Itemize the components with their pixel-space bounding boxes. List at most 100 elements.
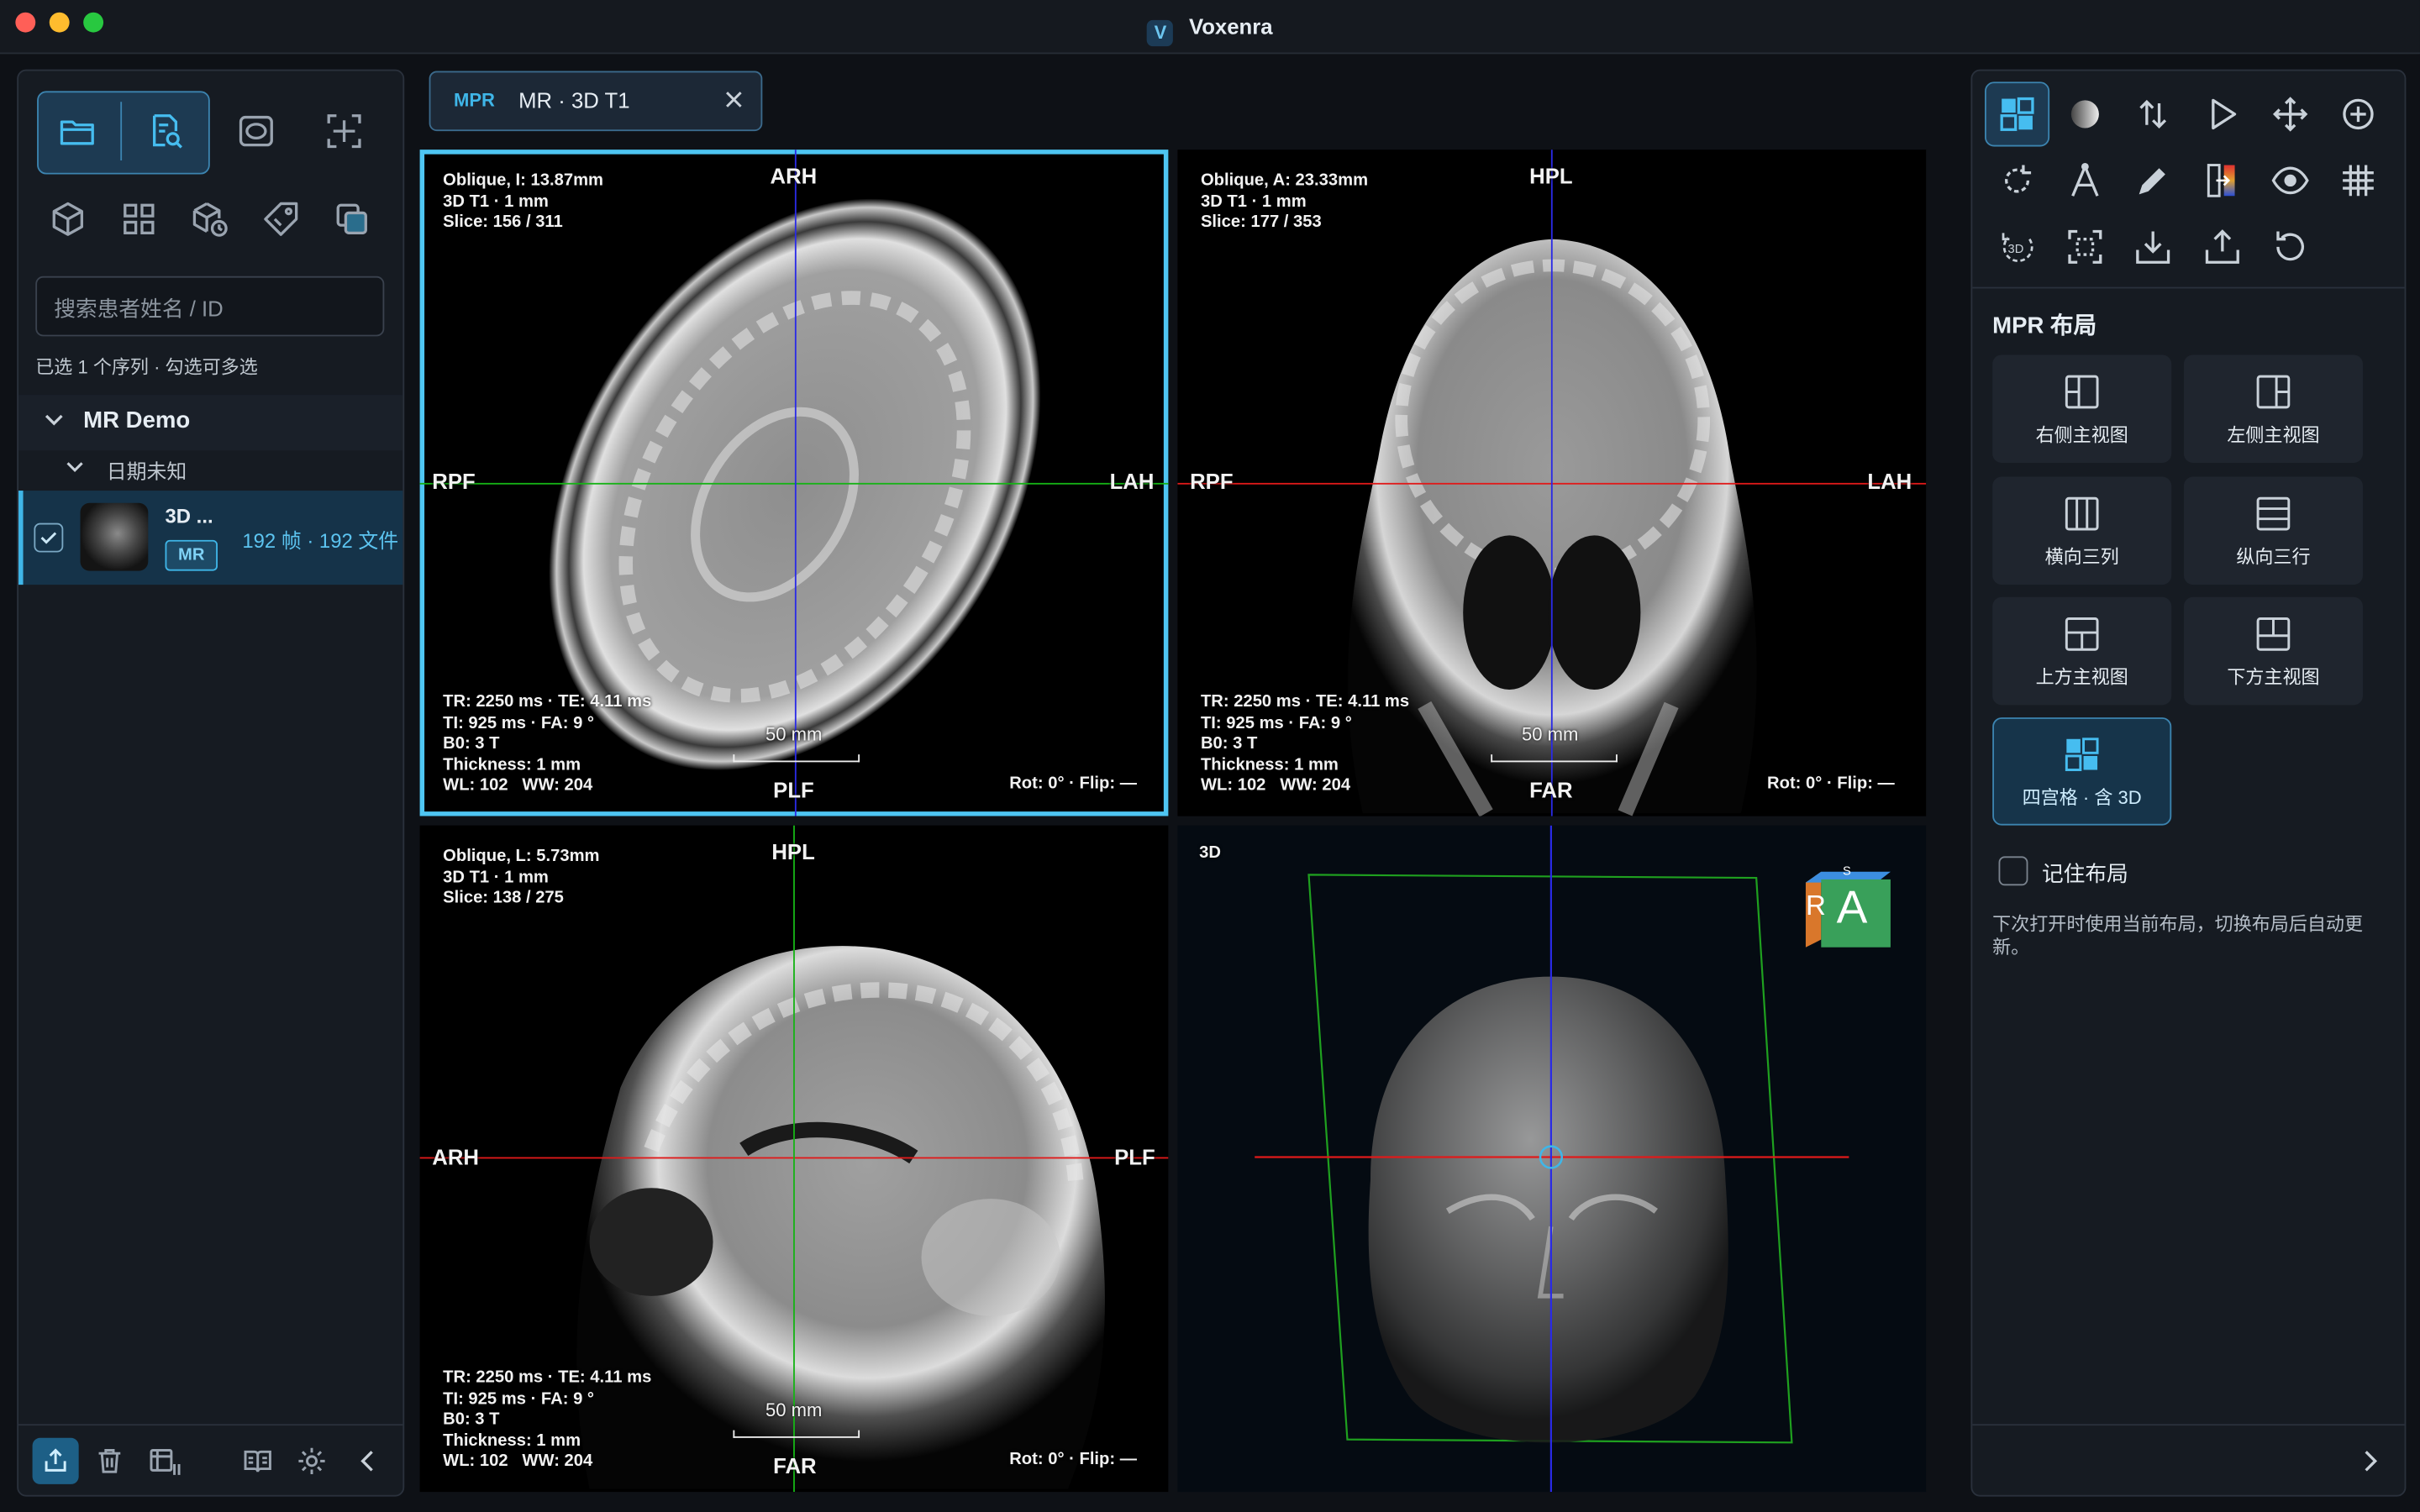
viewport-label: 3D (1199, 843, 1221, 863)
orientation-top: HPL (1529, 163, 1573, 189)
layout-quad-3d-icon (2065, 737, 2099, 771)
layout-label: 左侧主视图 (2227, 423, 2320, 445)
search-series-icon[interactable] (134, 99, 199, 164)
scale-bar-label: 50 mm (765, 723, 823, 746)
layout-bottom-main-button[interactable]: 下方主视图 (2183, 596, 2363, 706)
cube-icon[interactable] (35, 186, 100, 251)
zoom-in-icon[interactable] (2326, 81, 2391, 146)
trash-icon[interactable] (94, 1446, 125, 1484)
book-icon[interactable] (242, 1446, 273, 1484)
chevron-right-icon[interactable] (2358, 1449, 2382, 1482)
collapse-panel-icon[interactable] (355, 1449, 379, 1482)
viewport-coronal[interactable]: Oblique, A: 23.33mm 3D T1 · 1 mm Slice: … (1177, 150, 1927, 816)
tag-icon[interactable] (249, 186, 313, 251)
tree-group-label: MR Demo (83, 407, 191, 434)
viewport-axial[interactable]: Oblique, I: 13.87mm 3D T1 · 1 mm Slice: … (419, 150, 1169, 816)
layout-left-main-icon (2256, 374, 2291, 408)
search-placeholder: 搜索患者姓名 / ID (54, 296, 224, 322)
roi-frame-icon[interactable] (224, 99, 288, 164)
window-title: V Voxenra (0, 14, 2420, 47)
gear-icon[interactable] (297, 1446, 328, 1484)
reset-icon[interactable] (2258, 214, 2323, 279)
pan-icon[interactable] (2258, 81, 2323, 146)
eye-icon[interactable] (2258, 148, 2323, 213)
download-icon[interactable] (2121, 214, 2186, 279)
orientation-top: HPL (771, 839, 815, 864)
rotation-flip-status: Rot: 0° · Flip: — (1009, 774, 1137, 794)
layout-top-main-button[interactable]: 上方主视图 (1992, 596, 2172, 706)
tab-divider (120, 102, 123, 161)
close-icon[interactable] (723, 90, 744, 118)
scale-bar-label: 50 mm (1521, 723, 1579, 746)
export-icon[interactable] (32, 1437, 79, 1484)
window-level-icon[interactable] (2053, 81, 2118, 146)
layout-right-main-button[interactable]: 右侧主视图 (1992, 354, 2172, 464)
layout-tool-icon[interactable] (1984, 81, 2050, 147)
crosshair-vertical[interactable] (794, 150, 797, 816)
chevron-down-icon (65, 457, 85, 485)
batch-delete-icon[interactable] (148, 1446, 182, 1484)
orientation-bottom: PLF (773, 777, 814, 803)
layout-bottom-main-icon (2256, 617, 2291, 650)
app-logo-icon: V (1147, 19, 1174, 47)
layout-left-main-button[interactable]: 左侧主视图 (2183, 354, 2363, 464)
modality-badge: MR (165, 539, 218, 571)
rotate-icon[interactable] (1985, 148, 2049, 213)
annotate-text-icon[interactable] (2053, 148, 2118, 213)
viewport-3d[interactable]: 3D A R S (1177, 825, 1927, 1493)
grid-hatch-icon[interactable] (2326, 148, 2391, 213)
open-folder-icon[interactable] (45, 99, 109, 164)
color-map-icon[interactable] (2190, 148, 2254, 213)
layout-three-rows-button[interactable]: 纵向三行 (2183, 476, 2363, 585)
crop-center-icon[interactable] (312, 99, 376, 164)
series-name: 3D ... (165, 504, 213, 528)
orientation-left: ARH (432, 1144, 480, 1170)
orientation-bottom: FAR (1529, 777, 1573, 803)
crosshair-vertical[interactable] (793, 825, 795, 1493)
viewport-sagittal[interactable]: Oblique, L: 5.73mm 3D T1 · 1 mm Slice: 1… (419, 825, 1169, 1493)
orientation-right: PLF (1114, 1144, 1155, 1170)
cube-side-label: R (1805, 890, 1826, 921)
acquisition-params: TR: 2250 ms · TE: 4.11 ms TI: 925 ms · F… (443, 1368, 652, 1471)
play-icon[interactable] (2190, 81, 2254, 146)
orientation-bottom: FAR (773, 1453, 817, 1478)
rotate-3d-icon[interactable]: 3D (1985, 214, 2049, 279)
scale-bar (1491, 754, 1618, 763)
scale-bar-label: 50 mm (765, 1399, 823, 1421)
layout-label: 右侧主视图 (2035, 423, 2128, 445)
series-checkbox[interactable] (34, 522, 64, 553)
grid-icon[interactable] (107, 186, 171, 251)
selection-hint: 已选 1 个序列 · 勾选可多选 (35, 356, 258, 378)
layout-label: 下方主视图 (2227, 665, 2320, 688)
remember-layout-label: 记住布局 (2041, 860, 2128, 886)
toolbar-divider (1972, 286, 2405, 289)
orientation-right: LAH (1109, 469, 1155, 494)
series-thumbnail (80, 502, 149, 571)
pencil-icon[interactable] (2121, 148, 2186, 213)
tree-group-row[interactable]: MR Demo (18, 395, 403, 451)
left-panel: 搜索患者姓名 / ID 已选 1 个序列 · 勾选可多选 MR Demo 日期未… (17, 69, 405, 1497)
share-icon[interactable] (2190, 214, 2254, 279)
series-counts: 192 帧 · 192 文件 (242, 528, 399, 553)
layout-quad-3d-button[interactable]: 四宫格 · 含 3D (1992, 717, 2172, 826)
tab-mpr[interactable]: MPR MR · 3D T1 (429, 71, 763, 132)
layout-top-main-icon (2065, 617, 2099, 650)
right-panel: 3D MPR 布局 右侧主视图 左侧主视图 横向三列 纵向三行 上方主视图 下方… (1970, 69, 2407, 1497)
layout-three-rows-icon (2256, 496, 2291, 530)
crop-focus-icon[interactable] (2053, 214, 2118, 279)
orientation-top: ARH (770, 163, 818, 189)
tree-date-row[interactable]: 日期未知 (18, 450, 402, 491)
scroll-slice-icon[interactable] (2121, 81, 2186, 146)
crosshair-vertical[interactable] (1550, 150, 1553, 816)
cube-history-icon[interactable] (177, 186, 242, 251)
series-row[interactable]: 3D ... MR 192 帧 · 192 文件 (18, 491, 403, 585)
scale-bar (733, 754, 860, 763)
layout-three-columns-button[interactable]: 横向三列 (1992, 476, 2172, 585)
layout-label: 四宫格 · 含 3D (2022, 785, 2142, 808)
orientation-cube[interactable]: A R S (1801, 864, 1891, 953)
layers-copy-icon[interactable] (319, 186, 384, 251)
search-input[interactable]: 搜索患者姓名 / ID (35, 276, 385, 337)
orientation-left: RPF (432, 469, 476, 494)
tree-date-label: 日期未知 (106, 459, 187, 483)
remember-layout-checkbox[interactable] (1998, 856, 2028, 886)
